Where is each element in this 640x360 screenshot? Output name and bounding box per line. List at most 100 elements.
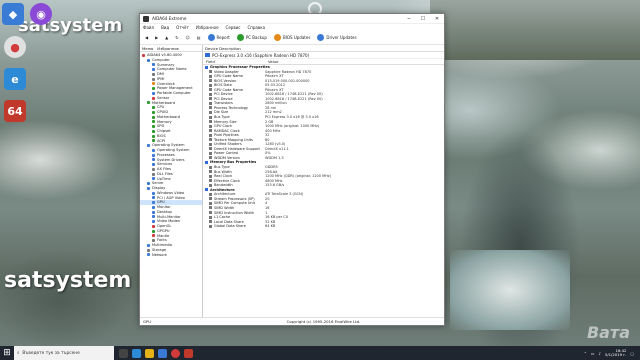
edge-icon[interactable]: e <box>4 68 26 90</box>
bios-updates-button[interactable]: BIOS Updates <box>272 33 312 43</box>
row-icon <box>209 129 212 133</box>
tree-node-icon <box>147 58 150 62</box>
row-icon <box>205 188 208 192</box>
tree-node-icon <box>152 205 155 209</box>
back-icon[interactable]: ◀ <box>143 33 150 43</box>
file-explorer-icon[interactable] <box>145 348 154 358</box>
detail-row[interactable]: Bandwidth 153.6 GB/s <box>203 183 444 188</box>
tree-node-icon <box>152 172 155 176</box>
chrome-taskbar-icon[interactable] <box>171 348 180 358</box>
tree-item[interactable]: Network <box>140 253 202 258</box>
menu-item[interactable]: Справка <box>247 25 265 30</box>
col-value[interactable]: Value <box>265 59 278 64</box>
details-list: Graphics Processor Properties Video Adapt… <box>203 65 444 317</box>
taskbar: ⊞ ⌕ Въведете тук за търсене ⌃ ▭ ♪ 16:42 … <box>0 346 640 360</box>
chart-icon[interactable]: ▤ <box>195 33 203 43</box>
breadcrumb: Device Description <box>203 45 444 52</box>
edge-taskbar-icon[interactable] <box>132 348 141 358</box>
toolbar: ◀ ▶ ▲ ↻ ☺ ▤ Report PC Backup BIOS Update… <box>140 31 444 45</box>
field-label: WDDM Version <box>214 155 240 160</box>
tree-node-icon <box>152 191 155 195</box>
tab-menu[interactable]: Меню <box>142 46 153 51</box>
field-label: Die Size <box>214 110 229 115</box>
menu-item[interactable]: Вид <box>161 25 169 30</box>
taskbar-apps <box>114 348 193 358</box>
row-icon <box>209 120 212 124</box>
value-cell: 153.6 GB/s <box>265 183 285 188</box>
store-icon[interactable] <box>158 348 167 358</box>
row-icon <box>209 165 212 169</box>
row-icon <box>209 179 212 183</box>
clock[interactable]: 16:42 5/1/2019 г. <box>605 348 626 358</box>
menu-item[interactable]: Избранное <box>196 25 219 30</box>
row-icon <box>209 211 212 214</box>
system-tray: ⌃ ▭ ♪ 16:42 5/1/2019 г. ▢ <box>584 348 640 358</box>
backup-icon <box>236 34 244 41</box>
field-label: Local Data Share <box>214 219 244 224</box>
tree-node-icon <box>152 229 155 233</box>
tree-node-icon <box>152 239 155 243</box>
field-label: Bus Type <box>214 165 230 170</box>
field-label: PCI Device <box>214 92 233 97</box>
desktop-shortcut-icon[interactable]: ◆ <box>2 3 24 25</box>
tree-node-icon <box>152 163 155 167</box>
app-icon <box>143 15 149 22</box>
user-icon[interactable]: ☺ <box>184 33 192 43</box>
pc-backup-button[interactable]: PC Backup <box>235 33 269 43</box>
desktop-app-icon[interactable]: ◉ <box>30 3 52 25</box>
windows-start-icon[interactable]: ⊞ <box>0 346 14 360</box>
row-icon <box>209 115 212 119</box>
driver-updates-button[interactable]: Driver Updates <box>315 33 358 43</box>
taskbar-search[interactable]: ⌕ Въведете тук за търсене <box>14 346 114 360</box>
tree-node-icon <box>147 253 150 257</box>
close-button[interactable]: ✕ <box>430 14 444 24</box>
col-field[interactable]: Field <box>203 59 265 64</box>
detail-row[interactable]: Global Data Share 64 KB <box>203 224 444 229</box>
aida64-taskbar-icon[interactable] <box>184 348 193 358</box>
tree-node-icon <box>142 53 145 57</box>
tree-node-icon <box>152 148 155 152</box>
report-button[interactable]: Report <box>206 33 232 43</box>
forward-icon[interactable]: ▶ <box>153 33 160 43</box>
tree-node-icon <box>152 139 155 143</box>
field-label: PCI Device <box>214 96 233 101</box>
minimize-button[interactable]: ─ <box>402 14 416 24</box>
tree-node-icon <box>152 220 155 224</box>
watermark: Вата <box>586 323 630 342</box>
up-icon[interactable]: ▲ <box>163 33 170 43</box>
network-icon[interactable]: ▭ <box>591 351 595 356</box>
tray-chevron-icon[interactable]: ⌃ <box>584 351 587 356</box>
row-icon <box>209 147 212 151</box>
row-icon <box>209 170 212 174</box>
row-icon <box>209 106 212 110</box>
menu-item[interactable]: Отчёт <box>176 25 189 30</box>
tree-node-icon <box>147 144 150 148</box>
value-cell: WDDM 1.3 <box>265 155 284 160</box>
tree-node-icon <box>152 110 155 114</box>
notifications-icon[interactable]: ▢ <box>630 351 634 356</box>
aida64-icon[interactable]: 64 <box>4 100 26 122</box>
row-icon <box>209 224 212 228</box>
chrome-icon[interactable]: ● <box>4 36 26 58</box>
row-icon <box>209 97 212 101</box>
tree-node-icon <box>152 77 155 81</box>
field-label: SIMD Instruction Width <box>214 210 255 215</box>
tree-node-icon <box>152 125 155 129</box>
menu-item[interactable]: Сервис <box>226 25 241 30</box>
row-icon <box>209 70 212 74</box>
monitor-icon <box>205 53 210 57</box>
maximize-button[interactable]: ☐ <box>416 14 430 24</box>
field-label: Effective Clock <box>214 178 240 183</box>
row-icon <box>209 110 212 114</box>
field-label: RAMDAC Clock <box>214 128 240 133</box>
menu-item[interactable]: Файл <box>143 25 154 30</box>
field-label: Texture Mapping Units <box>214 137 254 142</box>
tab-favorites[interactable]: Избранное <box>157 46 179 51</box>
refresh-icon[interactable]: ↻ <box>173 33 180 43</box>
status-copyright: Copyright (c) 1995-2016 FinalWire Ltd. <box>286 319 361 324</box>
tree-node-icon <box>152 153 155 157</box>
task-view-icon[interactable] <box>119 348 128 358</box>
title-bar[interactable]: AIDA64 Extreme ─ ☐ ✕ <box>140 14 444 24</box>
volume-icon[interactable]: ♪ <box>599 351 601 356</box>
field-cell: Global Data Share <box>203 224 265 229</box>
